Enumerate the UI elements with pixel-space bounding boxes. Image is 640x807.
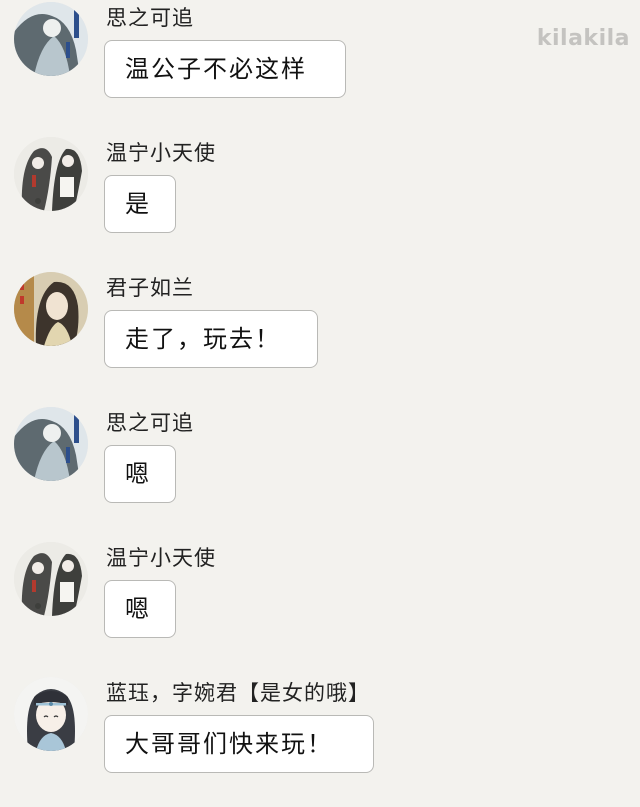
chat-message: 温宁小天使 是	[14, 137, 614, 247]
message-bubble[interactable]: 大哥哥们快来玩！	[104, 715, 374, 773]
chat-message: 思之可追 嗯	[14, 407, 614, 517]
chat-message: 君子如兰 走了，玩去！	[14, 272, 614, 382]
chat-message: 温宁小天使 嗯	[14, 542, 614, 652]
ink-portrait-blue-avatar[interactable]	[14, 407, 88, 481]
message-bubble[interactable]: 温公子不必这样	[104, 40, 346, 98]
message-bubble[interactable]: 是	[104, 175, 176, 233]
chat-message: 蓝珏，字婉君【是女的哦】 大哥哥们快来玩！	[14, 677, 614, 787]
message-bubble[interactable]: 嗯	[104, 580, 176, 638]
chibi-girl-avatar[interactable]	[14, 677, 88, 751]
ink-portrait-blue-avatar[interactable]	[14, 2, 88, 76]
sender-name: 思之可追	[106, 6, 194, 30]
sender-name: 蓝珏，字婉君【是女的哦】	[106, 681, 370, 705]
message-bubble[interactable]: 走了，玩去！	[104, 310, 318, 368]
long-hair-portrait-avatar[interactable]	[14, 272, 88, 346]
sender-name: 思之可追	[106, 411, 194, 435]
chat-message: 思之可追 温公子不必这样	[14, 2, 614, 112]
sender-name: 温宁小天使	[106, 141, 216, 165]
message-bubble[interactable]: 嗯	[104, 445, 176, 503]
twins-portrait-avatar[interactable]	[14, 137, 88, 211]
sender-name: 温宁小天使	[106, 546, 216, 570]
sender-name: 君子如兰	[106, 276, 194, 300]
twins-portrait-avatar[interactable]	[14, 542, 88, 616]
